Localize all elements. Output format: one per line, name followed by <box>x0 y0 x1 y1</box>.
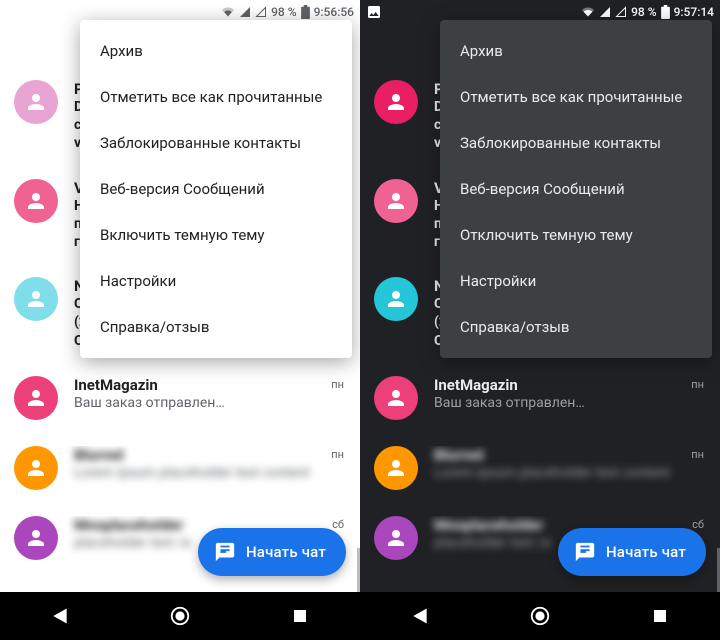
nav-recents-button[interactable] <box>640 596 680 636</box>
avatar <box>374 277 418 321</box>
conversation-time: пн <box>691 378 704 391</box>
conversation-title: Blurred <box>434 446 704 464</box>
conversation-item[interactable]: Blurred Lorem ipsum placeholder text con… <box>360 436 720 506</box>
menu-settings[interactable]: Настройки <box>440 258 712 304</box>
fab-label: Начать чат <box>606 543 686 561</box>
conversation-title: Blurred <box>74 446 344 464</box>
image-indicator-icon <box>366 4 382 24</box>
conversation-time: пн <box>331 448 344 461</box>
screen-dark: 98 % 9:57:14 Pr Dlychvv Vo Heпогр No Ot(… <box>360 0 720 640</box>
battery-icon <box>661 5 670 19</box>
navigation-bar <box>360 592 720 640</box>
conversation-item[interactable]: InetMagazin Ваш заказ отправлен… пн <box>360 366 720 436</box>
avatar <box>374 179 418 223</box>
signal-empty-icon <box>255 6 267 18</box>
avatar <box>14 446 58 490</box>
signal-icon <box>599 6 611 18</box>
navigation-bar <box>0 592 360 640</box>
conversation-time: пн <box>691 448 704 461</box>
nav-back-button[interactable] <box>40 596 80 636</box>
start-chat-fab[interactable]: Начать чат <box>558 528 706 576</box>
menu-mark-all-read[interactable]: Отметить все как прочитанные <box>440 74 712 120</box>
menu-archive[interactable]: Архив <box>80 28 352 74</box>
avatar <box>14 80 58 124</box>
chat-icon <box>574 541 596 563</box>
menu-settings[interactable]: Настройки <box>80 258 352 304</box>
nav-home-button[interactable] <box>520 596 560 636</box>
conversation-item[interactable]: InetMagazin Ваш заказ отправлен… пн <box>0 366 360 436</box>
avatar <box>374 80 418 124</box>
fab-label: Начать чат <box>246 543 326 561</box>
conversation-time: сб <box>332 518 344 531</box>
conversation-title: InetMagazin <box>434 376 704 394</box>
battery-text: 98 % <box>271 5 296 19</box>
menu-disable-dark-theme[interactable]: Отключить темную тему <box>440 212 712 258</box>
screen-light: 98 % 9:56:56 Pr Dlychvv Vo Heпогр No Ot(… <box>0 0 360 640</box>
conversation-preview: Ваш заказ отправлен… <box>74 394 344 412</box>
avatar <box>14 277 58 321</box>
menu-help-feedback[interactable]: Справка/отзыв <box>80 304 352 350</box>
menu-web-messages[interactable]: Веб-версия Сообщений <box>440 166 712 212</box>
menu-mark-all-read[interactable]: Отметить все как прочитанные <box>80 74 352 120</box>
conversation-time: сб <box>692 518 704 531</box>
conversation-time: пн <box>331 378 344 391</box>
clock-text: 9:57:14 <box>674 5 714 19</box>
chat-icon <box>214 541 236 563</box>
avatar <box>374 376 418 420</box>
avatar <box>14 179 58 223</box>
menu-blocked-contacts[interactable]: Заблокированные контакты <box>80 120 352 166</box>
avatar <box>14 376 58 420</box>
wifi-icon <box>221 6 235 18</box>
nav-recents-button[interactable] <box>280 596 320 636</box>
menu-blocked-contacts[interactable]: Заблокированные контакты <box>440 120 712 166</box>
menu-enable-dark-theme[interactable]: Включить темную тему <box>80 212 352 258</box>
wifi-icon <box>581 6 595 18</box>
signal-empty-icon <box>615 6 627 18</box>
nav-back-button[interactable] <box>400 596 440 636</box>
menu-archive[interactable]: Архив <box>440 28 712 74</box>
conversation-item[interactable]: Blurred Lorem ipsum placeholder text con… <box>0 436 360 506</box>
clock-text: 9:56:56 <box>314 5 354 19</box>
battery-text: 98 % <box>631 5 656 19</box>
avatar <box>14 516 58 560</box>
avatar <box>374 446 418 490</box>
battery-icon <box>301 5 310 19</box>
overflow-menu: Архив Отметить все как прочитанные Забло… <box>80 20 352 358</box>
conversation-preview: Ваш заказ отправлен… <box>434 394 704 412</box>
menu-web-messages[interactable]: Веб-версия Сообщений <box>80 166 352 212</box>
conversation-preview: Lorem ipsum placeholder text content <box>434 464 704 482</box>
overflow-menu: Архив Отметить все как прочитанные Забло… <box>440 20 712 358</box>
nav-home-button[interactable] <box>160 596 200 636</box>
signal-icon <box>239 6 251 18</box>
conversation-title: InetMagazin <box>74 376 344 394</box>
menu-help-feedback[interactable]: Справка/отзыв <box>440 304 712 350</box>
start-chat-fab[interactable]: Начать чат <box>198 528 346 576</box>
avatar <box>374 516 418 560</box>
conversation-preview: Lorem ipsum placeholder text content <box>74 464 344 482</box>
